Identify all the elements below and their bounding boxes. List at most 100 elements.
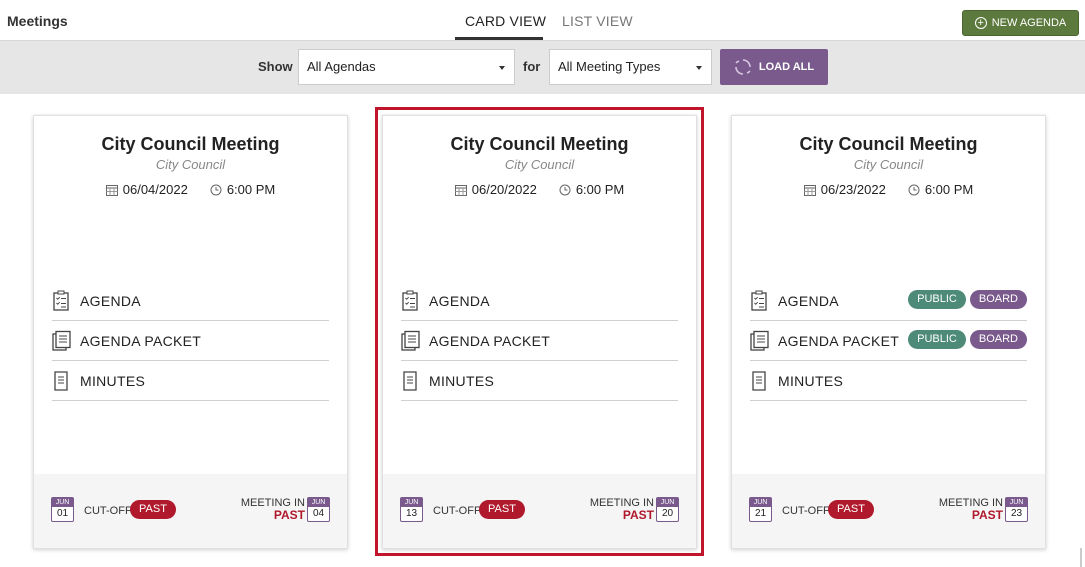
calendar-icon: JUN 21 bbox=[749, 497, 772, 522]
board-badge[interactable]: BOARD bbox=[969, 290, 1027, 309]
meeting-body: City Council bbox=[504, 157, 575, 172]
doc-label: AGENDA bbox=[778, 292, 839, 309]
calendar-icon: JUN 20 bbox=[656, 497, 679, 522]
meeting-day: 04 bbox=[312, 508, 325, 519]
meeting-datetime: 06/23/2022 6:00 PM bbox=[732, 182, 1045, 197]
calendar-icon bbox=[803, 184, 816, 196]
meeting-time: 6:00 PM bbox=[226, 182, 276, 197]
filter-bar: Show All Agendas for All Meeting Types L… bbox=[0, 41, 1085, 94]
meeting-in: MEETING IN PAST bbox=[590, 497, 654, 521]
status-badge: PAST bbox=[479, 500, 525, 519]
calendar-icon: JUN 13 bbox=[400, 497, 423, 522]
public-badge[interactable]: PUBLIC bbox=[908, 290, 966, 309]
doc-row-agenda-packet[interactable]: AGENDA PACKET bbox=[52, 321, 329, 361]
doc-row-agenda[interactable]: AGENDA PUBLIC BOARD bbox=[750, 281, 1027, 321]
doc-label: AGENDA bbox=[80, 292, 141, 309]
new-agenda-button[interactable]: + NEW AGENDA bbox=[962, 10, 1079, 36]
document-icon bbox=[54, 370, 68, 391]
meeting-datetime: 06/04/2022 6:00 PM bbox=[34, 182, 347, 197]
cutoff-label: CUT-OFF bbox=[782, 505, 830, 517]
doc-row-minutes[interactable]: MINUTES bbox=[750, 361, 1027, 401]
cutoff-month: JUN bbox=[750, 498, 771, 507]
packet-icon bbox=[401, 330, 420, 351]
cutoff-day: 21 bbox=[754, 508, 767, 519]
meeting-status: PAST bbox=[273, 508, 305, 522]
clock-icon bbox=[210, 184, 222, 195]
checklist-icon bbox=[751, 290, 767, 311]
status-badge: PAST bbox=[130, 500, 176, 519]
load-all-button[interactable]: LOAD ALL bbox=[720, 49, 828, 85]
meeting-body: City Council bbox=[155, 157, 226, 172]
meeting-title: City Council Meeting bbox=[799, 134, 978, 154]
meeting-status: PAST bbox=[971, 508, 1003, 522]
clock-icon bbox=[908, 184, 920, 195]
doc-row-agenda-packet[interactable]: AGENDA PACKET PUBLIC BOARD bbox=[750, 321, 1027, 361]
scrollbar[interactable] bbox=[1080, 548, 1082, 567]
meeting-day: 20 bbox=[661, 508, 674, 519]
calendar-icon: JUN 04 bbox=[307, 497, 330, 522]
doc-row-agenda[interactable]: AGENDA bbox=[401, 281, 678, 321]
tab-list-view[interactable]: LIST VIEW bbox=[562, 13, 633, 29]
meeting-title: City Council Meeting bbox=[450, 134, 629, 154]
meeting-time: 6:00 PM bbox=[575, 182, 625, 197]
doc-label: MINUTES bbox=[429, 372, 495, 389]
doc-label: AGENDA bbox=[429, 292, 490, 309]
chevron-down-icon bbox=[696, 66, 702, 70]
meeting-card[interactable]: City Council Meeting City Council 06/04/… bbox=[33, 115, 348, 549]
card-footer: JUN 01 CUT-OFF PAST MEETING IN PAST JUN … bbox=[34, 474, 347, 548]
refresh-icon bbox=[735, 59, 751, 75]
cutoff-month: JUN bbox=[52, 498, 73, 507]
meeting-day: 23 bbox=[1010, 508, 1023, 519]
card-footer: JUN 13 CUT-OFF PAST MEETING IN PAST JUN … bbox=[383, 474, 696, 548]
agenda-select-value: All Agendas bbox=[307, 59, 376, 74]
card-footer: JUN 21 CUT-OFF PAST MEETING IN PAST JUN … bbox=[732, 474, 1045, 548]
meeting-date: 06/23/2022 bbox=[820, 182, 886, 197]
meeting-in: MEETING IN PAST bbox=[241, 497, 305, 521]
chevron-down-icon bbox=[499, 66, 505, 70]
agenda-select[interactable]: All Agendas bbox=[298, 49, 515, 85]
document-icon bbox=[752, 370, 766, 391]
doc-row-agenda-packet[interactable]: AGENDA PACKET bbox=[401, 321, 678, 361]
load-all-label: LOAD ALL bbox=[758, 61, 815, 73]
meeting-title: City Council Meeting bbox=[101, 134, 280, 154]
document-icon bbox=[403, 370, 417, 391]
meeting-card[interactable]: City Council Meeting City Council 06/20/… bbox=[382, 115, 697, 549]
meeting-status: PAST bbox=[622, 508, 654, 522]
plus-circle-icon: + bbox=[974, 17, 987, 29]
tab-card-view[interactable]: CARD VIEW bbox=[465, 13, 546, 29]
doc-row-minutes[interactable]: MINUTES bbox=[401, 361, 678, 401]
meeting-body: City Council bbox=[853, 157, 924, 172]
meeting-card[interactable]: City Council Meeting City Council 06/23/… bbox=[731, 115, 1046, 549]
clock-icon bbox=[559, 184, 571, 195]
meeting-month: JUN bbox=[308, 498, 329, 507]
new-agenda-label: NEW AGENDA bbox=[991, 17, 1067, 29]
calendar-icon bbox=[454, 184, 467, 196]
meeting-date: 06/20/2022 bbox=[471, 182, 537, 197]
meeting-type-select[interactable]: All Meeting Types bbox=[549, 49, 712, 85]
doc-label: AGENDA PACKET bbox=[778, 332, 900, 349]
badge-group: PUBLIC BOARD bbox=[908, 330, 1027, 349]
meeting-in: MEETING IN PAST bbox=[939, 497, 1003, 521]
board-badge[interactable]: BOARD bbox=[969, 330, 1027, 349]
doc-label: MINUTES bbox=[80, 372, 146, 389]
meeting-month: JUN bbox=[657, 498, 678, 507]
meeting-type-select-value: All Meeting Types bbox=[558, 59, 661, 74]
cutoff-month: JUN bbox=[401, 498, 422, 507]
doc-row-minutes[interactable]: MINUTES bbox=[52, 361, 329, 401]
cutoff-label: CUT-OFF bbox=[433, 505, 481, 517]
show-label: Show bbox=[258, 59, 293, 74]
checklist-icon bbox=[53, 290, 69, 311]
meeting-date: 06/04/2022 bbox=[122, 182, 188, 197]
meeting-month: JUN bbox=[1006, 498, 1027, 507]
doc-row-agenda[interactable]: AGENDA bbox=[52, 281, 329, 321]
for-label: for bbox=[523, 59, 541, 74]
cutoff-day: 01 bbox=[56, 508, 69, 519]
calendar-icon bbox=[105, 184, 118, 196]
public-badge[interactable]: PUBLIC bbox=[908, 330, 966, 349]
badge-group: PUBLIC BOARD bbox=[908, 290, 1027, 309]
top-bar: Meetings CARD VIEW LIST VIEW + NEW AGEND… bbox=[0, 0, 1085, 41]
checklist-icon bbox=[402, 290, 418, 311]
meeting-time: 6:00 PM bbox=[924, 182, 974, 197]
cutoff-day: 13 bbox=[405, 508, 418, 519]
status-badge: PAST bbox=[828, 500, 874, 519]
